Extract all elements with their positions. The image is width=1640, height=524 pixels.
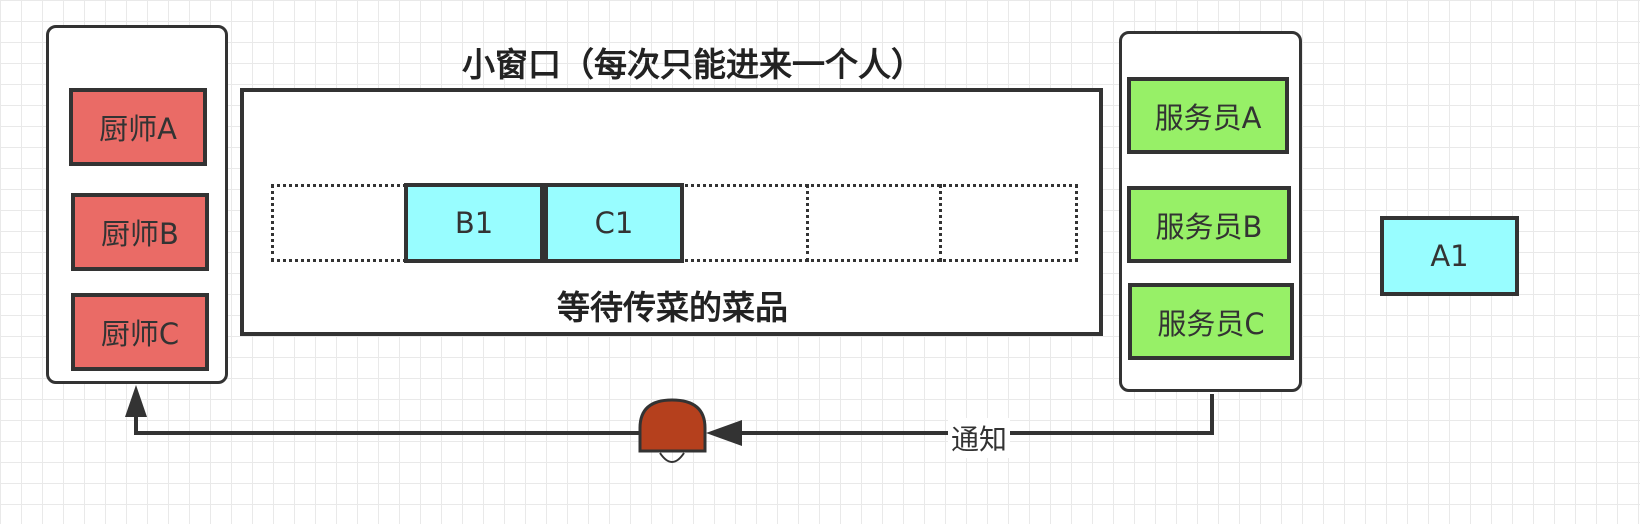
notify-label: 通知: [948, 418, 1011, 458]
bell-clapper: [659, 452, 685, 463]
chefs-arrowhead: [125, 385, 147, 417]
connector-layer: [125, 385, 1214, 463]
bell-icon[interactable]: [638, 398, 707, 463]
bell-to-chefs-connector: [134, 410, 640, 435]
notify-arrowhead: [706, 420, 742, 446]
bell-body: [638, 398, 707, 453]
